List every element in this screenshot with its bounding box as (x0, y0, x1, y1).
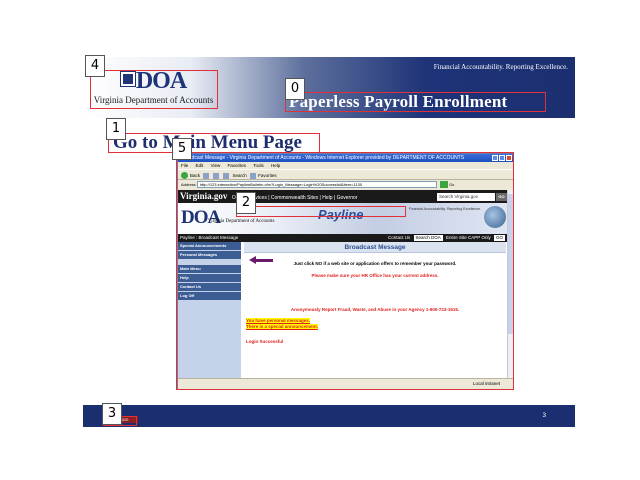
annotation-box-title (285, 92, 546, 112)
footer-bar: VA DOA 2020 3 (83, 405, 575, 427)
annotation-label-0: 0 (285, 78, 305, 100)
annotation-label-3: 3 (102, 403, 122, 425)
annotation-label-4: 4 (85, 55, 105, 77)
annotation-label-5: 5 (172, 138, 192, 160)
page-number: 3 (542, 413, 546, 419)
annotation-box-heading (108, 133, 320, 153)
annotation-box-browser (176, 152, 514, 390)
tagline: Financial Accountability. Reporting Exce… (433, 63, 568, 71)
annotation-box-logo (90, 70, 218, 109)
annotation-label-1: 1 (106, 118, 126, 140)
slide: DOA Virginia Department of Accounts Fina… (0, 0, 640, 480)
